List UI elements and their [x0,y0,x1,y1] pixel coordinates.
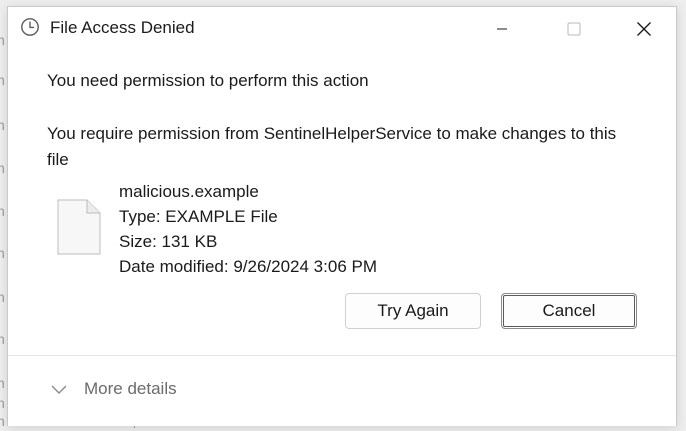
file-icon [57,199,101,255]
background-text-fragment: n [0,72,5,88]
minimize-icon [497,28,507,30]
close-button[interactable] [616,7,672,51]
background-text-fragment: n [0,32,5,48]
cancel-button[interactable]: Cancel [501,293,637,329]
more-details-toggle[interactable]: More details [50,379,177,399]
minimize-button[interactable] [474,7,530,51]
dialog-footer: More details [8,355,676,426]
chevron-down-icon [51,385,67,394]
file-size: Size: 131 KB [119,232,218,251]
permission-detail: You require permission from SentinelHelp… [47,124,617,169]
background-text-fragment: n [0,331,5,347]
file-date-modified: Date modified: 9/26/2024 3:06 PM [119,257,377,276]
try-again-button[interactable]: Try Again [345,293,481,329]
title-bar[interactable]: File Access Denied [8,7,676,51]
maximize-button [546,7,602,51]
dialog-heading: You need permission to perform this acti… [47,71,369,90]
file-access-denied-dialog: File Access Denied You need permission t… [7,6,677,426]
background-text-fragment: n [0,413,5,429]
dialog-title: File Access Denied [50,18,195,37]
background-text-fragment: n [0,395,5,411]
file-type: Type: EXAMPLE File [119,207,278,226]
background-text-fragment: n [0,117,5,133]
maximize-icon [567,22,581,36]
background-text-fragment: n [0,160,5,176]
background-text-fragment: n [0,289,5,305]
background-text-fragment: n [0,245,5,261]
dialog-content: You need permission to perform this acti… [47,69,637,169]
file-info: malicious.example Type: EXAMPLE File Siz… [119,179,377,279]
clock-icon [21,18,39,36]
more-details-label: More details [84,379,177,398]
file-name: malicious.example [119,182,259,201]
background-text-fragment: n [0,203,5,219]
close-icon [637,22,651,36]
background-text-fragment: n [0,375,5,391]
